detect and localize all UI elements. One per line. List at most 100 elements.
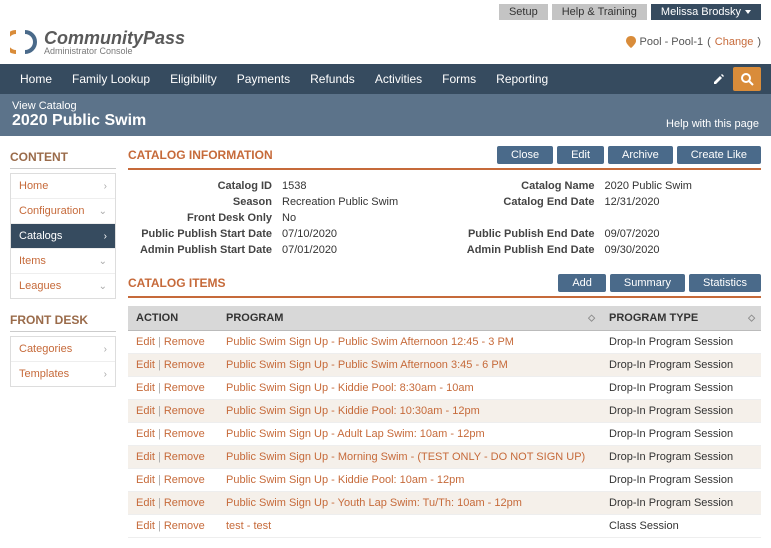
table-row: Edit|RemovePublic Swim Sign Up - Public … [128,331,761,354]
edit-link[interactable]: Edit [136,428,155,440]
program-link[interactable]: Public Swim Sign Up - Adult Lap Swim: 10… [226,428,485,440]
edit-link[interactable]: Edit [136,359,155,371]
sidebar-item-categories[interactable]: Categories › [11,337,115,362]
remove-link[interactable]: Remove [164,405,205,417]
remove-link[interactable]: Remove [164,497,205,509]
edit-button[interactable]: Edit [557,146,604,164]
sidebar-item-templates[interactable]: Templates› [11,362,115,386]
edit-link[interactable]: Edit [136,520,155,532]
remove-link[interactable]: Remove [164,428,205,440]
program-link[interactable]: Public Swim Sign Up - Morning Swim - (TE… [226,451,585,463]
program-link[interactable]: Public Swim Sign Up - Youth Lap Swim: Tu… [226,497,522,509]
program-link[interactable]: Public Swim Sign Up - Public Swim Aftern… [226,336,514,348]
program-type-value: Drop-In Program Session [601,446,761,469]
logo-icon [10,30,40,54]
sidebar-item-label: Templates [19,368,69,380]
program-link[interactable]: Public Swim Sign Up - Public Swim Aftern… [226,359,508,371]
pub-start-label: Public Publish Start Date [132,228,272,240]
sidebar-item-label: Catalogs [19,230,62,242]
edit-link[interactable]: Edit [136,451,155,463]
program-link[interactable]: Public Swim Sign Up - Kiddie Pool: 10:30… [226,405,480,417]
adm-start-value: 07/01/2020 [282,244,337,256]
edit-link[interactable]: Edit [136,405,155,417]
nav-family-lookup[interactable]: Family Lookup [62,64,160,94]
sidebar-item-configuration[interactable]: Configuration⌄ [11,199,115,224]
catalog-info-title: CATALOG INFORMATION [128,148,273,162]
nav-eligibility[interactable]: Eligibility [160,64,227,94]
front-desk-label: Front Desk Only [132,212,272,224]
add-button[interactable]: Add [558,274,606,292]
col-program-type[interactable]: PROGRAM TYPE◇ [601,306,761,331]
program-type-value: Drop-In Program Session [601,492,761,515]
sidebar-item-catalogs[interactable]: Catalogs› [11,224,115,249]
col-program[interactable]: PROGRAM◇ [218,306,601,331]
front-desk-value: No [282,212,296,224]
program-type-value: Drop-In Program Session [601,469,761,492]
chevron-down-icon: ⌄ [99,206,107,217]
help-training-button[interactable]: Help & Training [552,4,647,20]
sidebar-item-label: Leagues [19,280,61,292]
main-area: CONTENT Home›Configuration⌄Catalogs›Item… [0,136,771,548]
nav-home[interactable]: Home [10,64,62,94]
program-link[interactable]: test - test [226,520,271,532]
sidebar-item-items[interactable]: Items⌄ [11,249,115,274]
remove-link[interactable]: Remove [164,382,205,394]
nav-refunds[interactable]: Refunds [300,64,365,94]
remove-link[interactable]: Remove [164,336,205,348]
nav-reporting[interactable]: Reporting [486,64,558,94]
catalog-id-label: Catalog ID [132,180,272,192]
table-row: Edit|RemovePublic Swim Sign Up - Youth L… [128,492,761,515]
sidebar: CONTENT Home›Configuration⌄Catalogs›Item… [10,146,116,538]
edit-link[interactable]: Edit [136,497,155,509]
page-title: 2020 Public Swim [12,112,146,130]
close-button[interactable]: Close [497,146,553,164]
table-row: Edit|RemovePublic Swim Sign Up - Kiddie … [128,377,761,400]
nav-payments[interactable]: Payments [227,64,300,94]
help-page-link[interactable]: Help with this page [666,118,759,130]
summary-button[interactable]: Summary [610,274,685,292]
statistics-button[interactable]: Statistics [689,274,761,292]
nav-forms[interactable]: Forms [432,64,486,94]
caret-down-icon [745,10,751,14]
season-label: Season [132,196,272,208]
user-name: Melissa Brodsky [661,6,741,18]
program-type-value: Class Session [601,515,761,538]
setup-button[interactable]: Setup [499,4,548,20]
edit-icon-button[interactable] [705,67,733,91]
main-nav: Home Family Lookup Eligibility Payments … [0,64,771,94]
catalog-items-header: CATALOG ITEMS Add Summary Statistics [128,274,761,298]
archive-button[interactable]: Archive [608,146,673,164]
chevron-right-icon: › [104,344,107,355]
adm-end-value: 09/30/2020 [605,244,660,256]
adm-end-label: Admin Publish End Date [455,244,595,256]
edit-link[interactable]: Edit [136,382,155,394]
sidebar-item-label: Categories [19,343,72,355]
adm-start-label: Admin Publish Start Date [132,244,272,256]
user-menu-button[interactable]: Melissa Brodsky [651,4,761,20]
table-row: Edit|RemovePublic Swim Sign Up - Public … [128,354,761,377]
change-location-link[interactable]: Change [715,36,754,48]
edit-link[interactable]: Edit [136,474,155,486]
search-icon-button[interactable] [733,67,761,91]
remove-link[interactable]: Remove [164,359,205,371]
program-link[interactable]: Public Swim Sign Up - Kiddie Pool: 8:30a… [226,382,474,394]
chevron-down-icon: ⌄ [99,256,107,267]
remove-link[interactable]: Remove [164,474,205,486]
program-link[interactable]: Public Swim Sign Up - Kiddie Pool: 10am … [226,474,464,486]
remove-link[interactable]: Remove [164,520,205,532]
logo-text: CommunityPass [44,28,185,48]
logo: CommunityPass Administrator Console [10,28,185,56]
table-row: Edit|RemovePublic Swim Sign Up - Kiddie … [128,469,761,492]
catalog-name-label: Catalog Name [455,180,595,192]
catalog-items-table: ACTION PROGRAM◇ PROGRAM TYPE◇ Edit|Remov… [128,306,761,538]
program-type-value: Drop-In Program Session [601,354,761,377]
sidebar-item-leagues[interactable]: Leagues⌄ [11,274,115,298]
table-row: Edit|Removetest - testClass Session [128,515,761,538]
sidebar-frontdesk-header: FRONT DESK [10,309,116,332]
edit-link[interactable]: Edit [136,336,155,348]
sidebar-item-home[interactable]: Home› [11,174,115,199]
nav-activities[interactable]: Activities [365,64,432,94]
col-action: ACTION [128,306,218,331]
create-like-button[interactable]: Create Like [677,146,761,164]
remove-link[interactable]: Remove [164,451,205,463]
